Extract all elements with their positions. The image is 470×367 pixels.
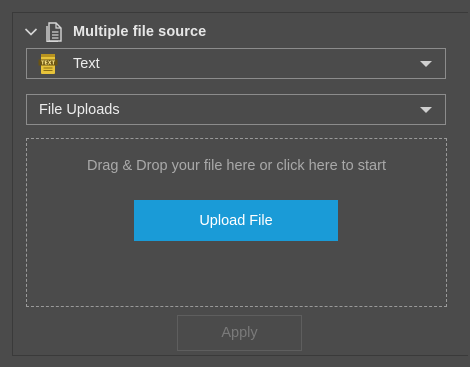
upload-file-button[interactable]: Upload File bbox=[134, 200, 338, 241]
text-icon-label: TEXT bbox=[41, 60, 56, 66]
text-file-icon: TEXT bbox=[38, 53, 58, 75]
dropdown-caret-icon bbox=[420, 61, 432, 67]
section-title: Multiple file source bbox=[73, 24, 207, 40]
dropzone-prompt: Drag & Drop your file here or click here… bbox=[87, 158, 386, 174]
file-source-value: File Uploads bbox=[39, 101, 120, 118]
section-header[interactable]: Multiple file source bbox=[22, 19, 206, 45]
file-source-select[interactable]: File Uploads bbox=[26, 94, 446, 125]
file-type-select[interactable]: TEXT Text bbox=[26, 48, 446, 79]
chevron-down-icon[interactable] bbox=[22, 23, 40, 41]
file-dropzone[interactable]: Drag & Drop your file here or click here… bbox=[26, 138, 447, 307]
file-type-value: Text bbox=[73, 55, 100, 72]
apply-button[interactable]: Apply bbox=[177, 315, 302, 351]
document-icon bbox=[46, 21, 64, 43]
dropdown-caret-icon bbox=[420, 107, 432, 113]
